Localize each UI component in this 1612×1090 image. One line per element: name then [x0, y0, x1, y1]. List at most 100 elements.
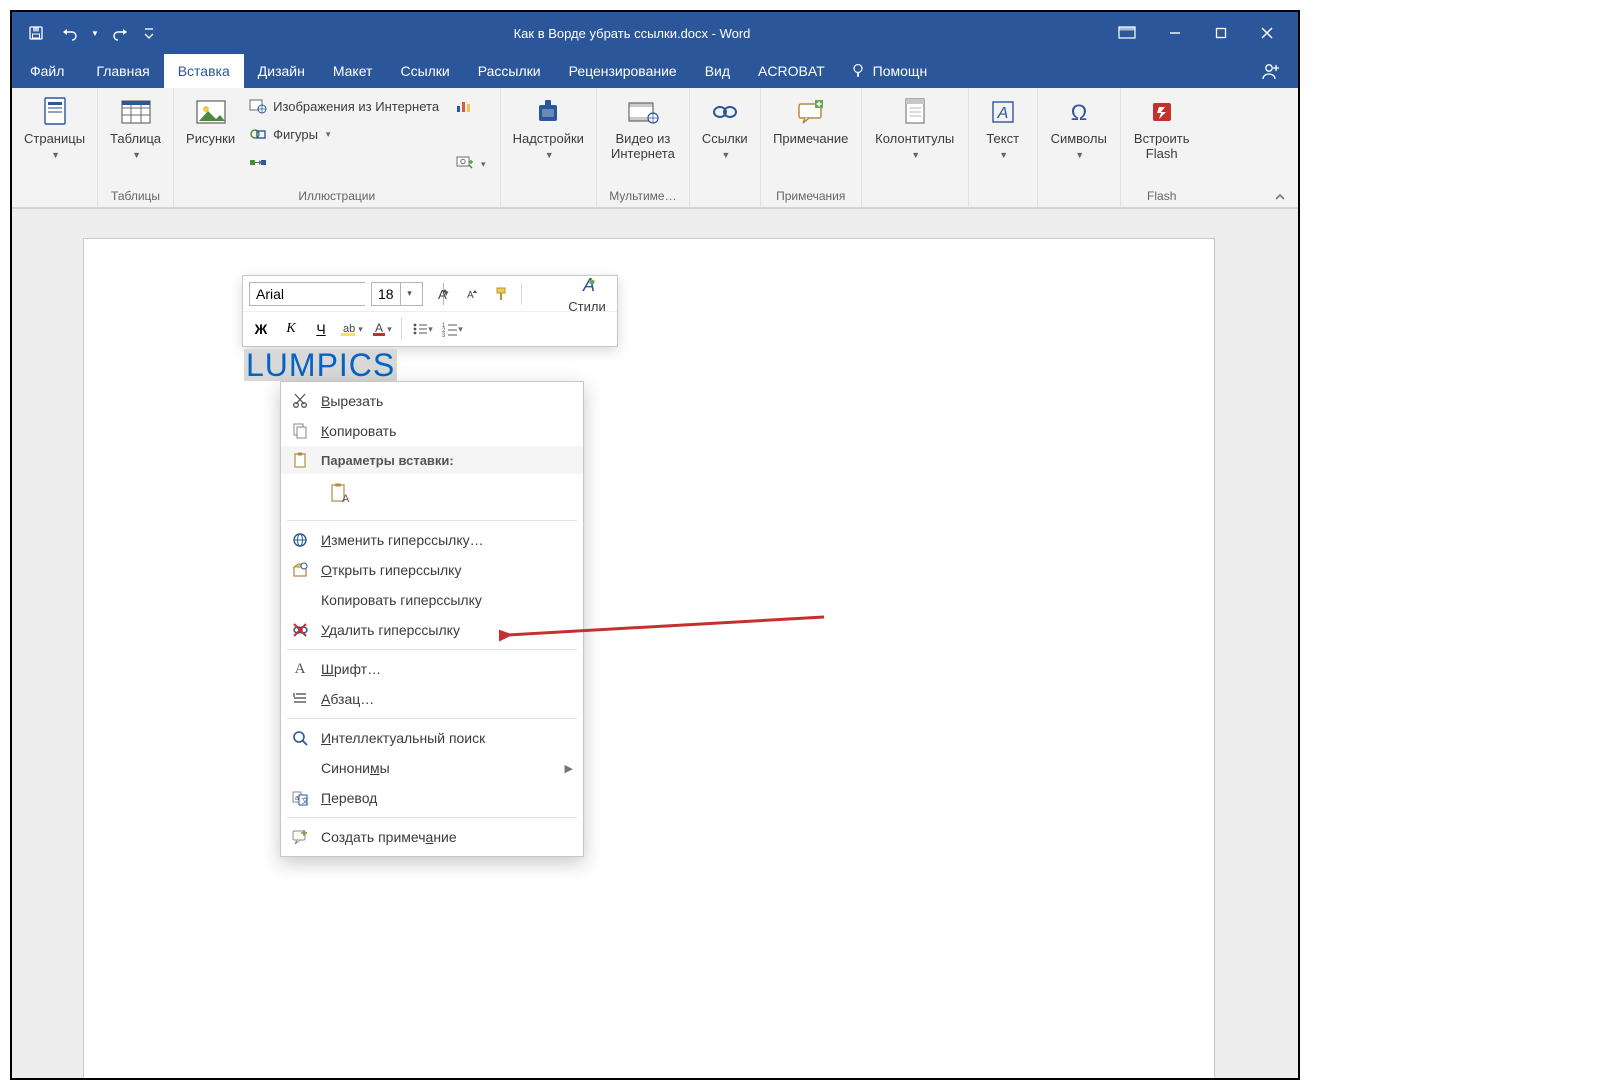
grow-font-button[interactable]: A — [429, 282, 453, 306]
table-button[interactable]: Таблица▼ — [104, 90, 167, 162]
ctx-copy[interactable]: Копировать — [281, 416, 583, 446]
word-window: ▼ Как в Ворде убрать ссылки.docx - Word — [10, 10, 1300, 1080]
group-label-illustrations: Иллюстрации — [180, 187, 494, 207]
ctx-edit-hyperlink[interactable]: Изменить гиперссылку… — [281, 525, 583, 555]
ctx-paragraph[interactable]: Абзац… — [281, 684, 583, 714]
online-video-label-1: Видео из — [616, 131, 671, 146]
ctx-copy-hyperlink[interactable]: Копировать гиперссылку — [281, 585, 583, 615]
page[interactable]: ▾ ▾ A A — [84, 239, 1214, 1078]
text-button[interactable]: A Текст▼ — [975, 90, 1031, 162]
new-comment-icon — [289, 826, 311, 848]
tab-home[interactable]: Главная — [82, 54, 163, 88]
document-area[interactable]: ▾ ▾ A A — [12, 208, 1298, 1078]
pictures-button[interactable]: Рисунки — [180, 90, 241, 147]
font-size-combo[interactable]: ▾ — [371, 282, 423, 306]
ribbon-display-options[interactable] — [1104, 18, 1150, 48]
group-illustrations: Рисунки Изображения из Интернета Фигуры▾ — [174, 88, 501, 207]
tab-mailings[interactable]: Рассылки — [464, 54, 555, 88]
maximize-button[interactable] — [1198, 18, 1244, 48]
italic-button[interactable]: К — [279, 317, 303, 341]
ribbon-tabs: Файл Главная Вставка Дизайн Макет Ссылки… — [12, 54, 1298, 88]
links-button[interactable]: Ссылки▼ — [696, 90, 754, 162]
redo-button[interactable] — [104, 19, 136, 47]
selected-hyperlink-text[interactable]: LUMPICS — [244, 349, 397, 381]
online-video-icon — [625, 94, 661, 130]
underline-button[interactable]: Ч — [309, 317, 333, 341]
smartart-button[interactable] — [245, 150, 443, 174]
ctx-cut-label: Вырезать — [321, 393, 573, 409]
addins-button[interactable]: Надстройки▼ — [507, 90, 590, 162]
ctx-remove-hyperlink[interactable]: Удалить гиперссылку — [281, 615, 583, 645]
tell-me[interactable]: Помощн — [839, 54, 940, 88]
ctx-new-comment[interactable]: Создать примечание — [281, 822, 583, 852]
online-images-button[interactable]: Изображения из Интернета — [245, 94, 443, 118]
share-button[interactable] — [1248, 54, 1294, 88]
tab-review[interactable]: Рецензирование — [555, 54, 691, 88]
font-size-input[interactable] — [372, 283, 400, 305]
screenshot-button[interactable]: ▾ — [451, 122, 490, 170]
format-painter-button[interactable] — [489, 282, 513, 306]
font-color-button[interactable]: A▾ — [369, 317, 393, 341]
tab-view[interactable]: Вид — [691, 54, 744, 88]
tab-file[interactable]: Файл — [12, 54, 82, 88]
group-pages: Страницы▼ — [12, 88, 98, 207]
group-links: Ссылки▼ — [690, 88, 761, 207]
flash-button[interactable]: Встроить Flash — [1127, 90, 1197, 162]
tab-references[interactable]: Ссылки — [386, 54, 463, 88]
comment-label: Примечание — [773, 132, 848, 147]
shapes-button[interactable]: Фигуры▾ — [245, 122, 443, 146]
group-comments: Примечание Примечания — [761, 88, 862, 207]
tab-insert[interactable]: Вставка — [164, 54, 244, 88]
online-images-label: Изображения из Интернета — [273, 99, 439, 114]
group-label-addins — [507, 201, 590, 207]
pages-button[interactable]: Страницы▼ — [18, 90, 91, 162]
ribbon: Страницы▼ Таблица▼ Таблицы — [12, 88, 1298, 208]
tab-layout[interactable]: Макет — [319, 54, 387, 88]
undo-button[interactable] — [54, 19, 86, 47]
text-icon: A — [985, 94, 1021, 130]
ctx-synonyms[interactable]: Синонимы ▶ — [281, 753, 583, 783]
font-name-combo[interactable]: ▾ — [249, 282, 365, 306]
numbering-button[interactable]: 123▾ — [440, 317, 464, 341]
undo-dropdown[interactable]: ▼ — [88, 19, 102, 47]
svg-text:A: A — [582, 275, 595, 295]
comment-button[interactable]: Примечание — [767, 90, 855, 147]
ctx-open-hyperlink[interactable]: Открыть гиперссылку — [281, 555, 583, 585]
svg-text:A: A — [996, 105, 1008, 122]
text-label: Текст — [986, 131, 1019, 146]
ctx-translate[interactable]: a文 Перевод — [281, 783, 583, 813]
chart-button[interactable] — [451, 94, 490, 118]
table-icon — [118, 94, 154, 130]
symbols-label: Символы — [1051, 131, 1107, 146]
paragraph-icon — [289, 688, 311, 710]
minimize-button[interactable] — [1152, 18, 1198, 48]
bullets-button[interactable]: ▾ — [410, 317, 434, 341]
online-video-button[interactable]: Видео из Интернета — [603, 90, 683, 162]
ctx-remove-hyperlink-label: Удалить гиперссылку — [321, 622, 573, 638]
shrink-font-button[interactable]: A — [459, 282, 483, 306]
ctx-smart-lookup-label: Интеллектуальный поиск — [321, 730, 573, 746]
tab-design[interactable]: Дизайн — [244, 54, 319, 88]
ctx-cut[interactable]: Вырезать — [281, 386, 583, 416]
ctx-font-label: Шрифт… — [321, 661, 573, 677]
font-size-dropdown[interactable]: ▾ — [400, 283, 418, 305]
symbols-button[interactable]: Ω Символы▼ — [1044, 90, 1114, 162]
tab-acrobat[interactable]: ACROBAT — [744, 54, 839, 88]
ctx-paste-header-label: Параметры вставки: — [321, 453, 454, 468]
bold-button[interactable]: Ж — [249, 317, 273, 341]
highlight-button[interactable]: ab▾ — [339, 317, 363, 341]
save-button[interactable] — [20, 19, 52, 47]
close-button[interactable] — [1244, 18, 1290, 48]
qat-customize[interactable] — [138, 19, 160, 47]
ctx-copy-hyperlink-label: Копировать гиперссылку — [321, 592, 573, 608]
svg-text:文: 文 — [302, 796, 309, 805]
ctx-font[interactable]: A Шрифт… — [281, 654, 583, 684]
cut-icon — [289, 390, 311, 412]
collapse-ribbon-button[interactable] — [1268, 191, 1292, 203]
copy-icon — [289, 420, 311, 442]
paste-keep-text-button[interactable]: A — [323, 478, 357, 510]
ctx-smart-lookup[interactable]: Интеллектуальный поиск — [281, 723, 583, 753]
headerfooter-button[interactable]: Колонтитулы▼ — [868, 90, 962, 162]
ctx-edit-hyperlink-label: Изменить гиперссылку… — [321, 532, 573, 548]
edit-hyperlink-icon — [289, 529, 311, 551]
